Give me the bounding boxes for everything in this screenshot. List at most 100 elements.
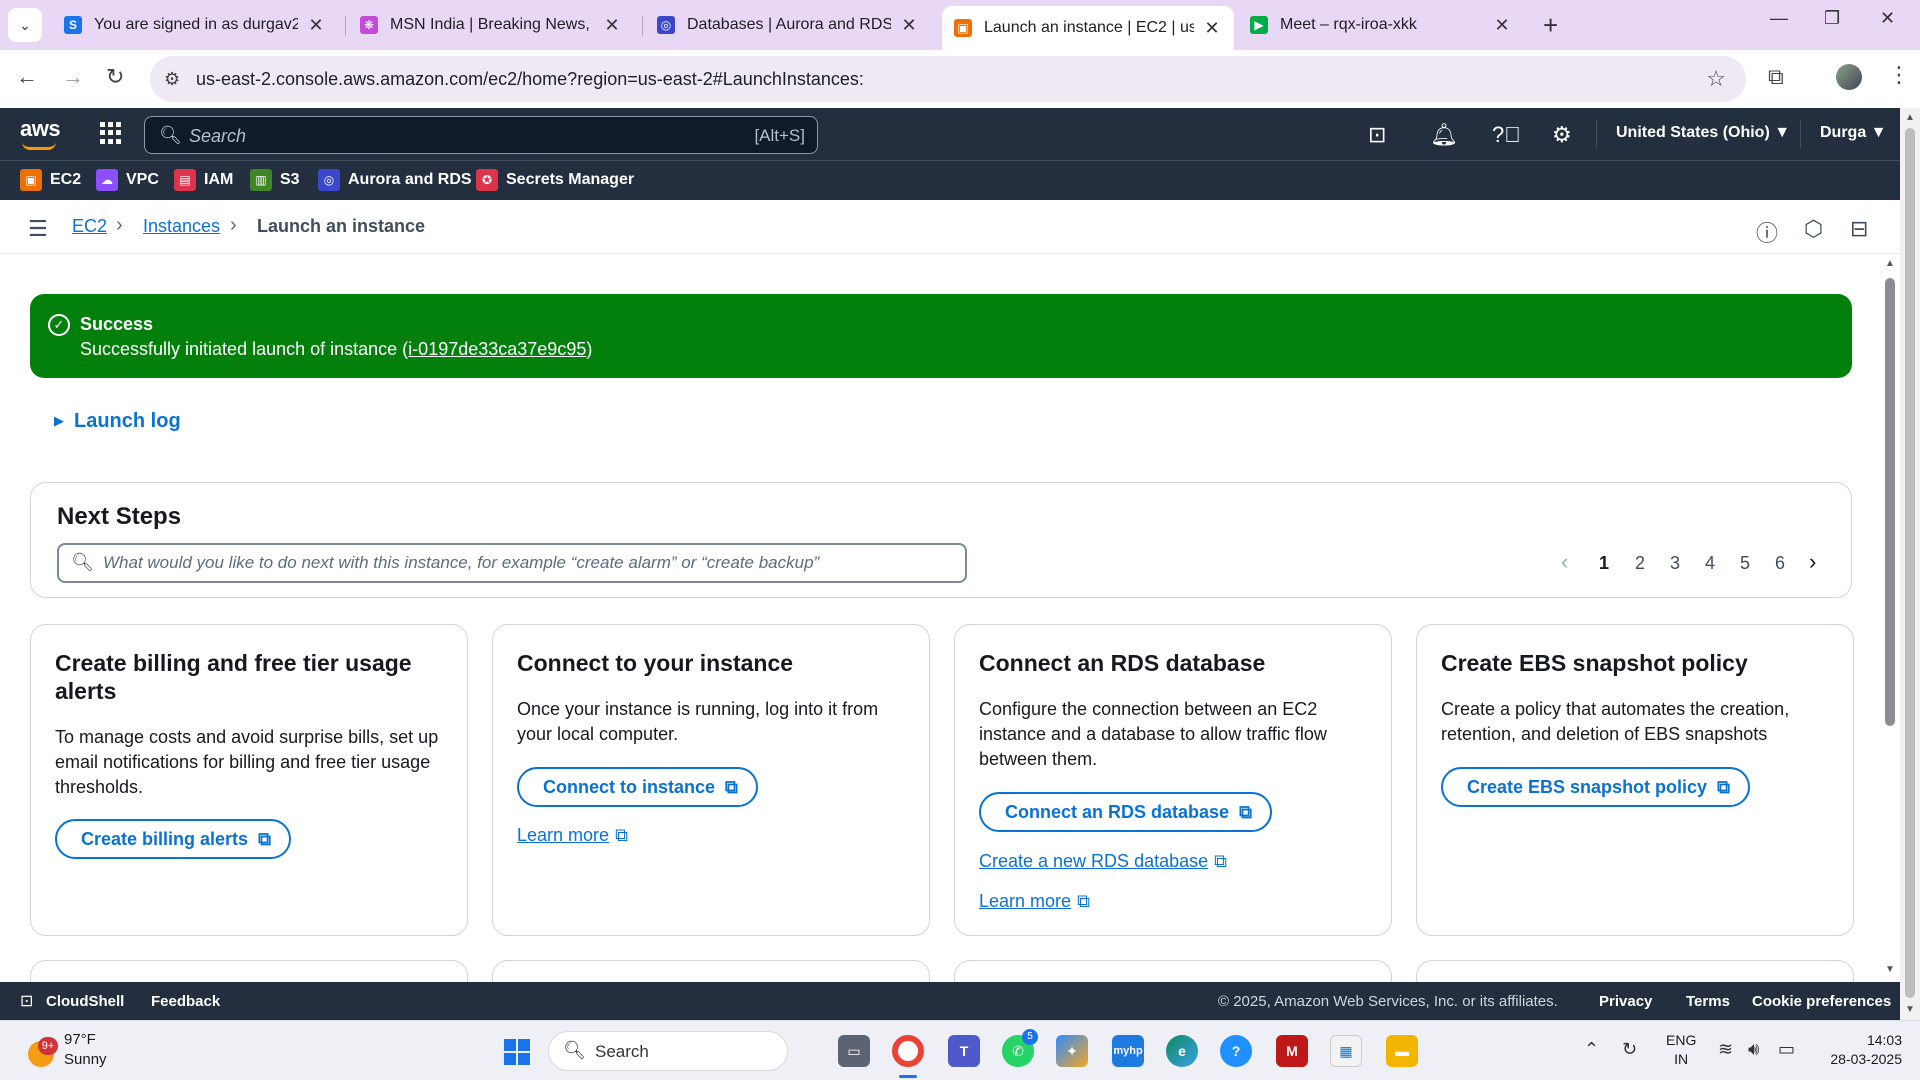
- info-icon[interactable]: ⓘ: [1756, 216, 1778, 248]
- learn-more-link[interactable]: Learn more ⧉: [979, 891, 1090, 912]
- close-tab-icon[interactable]: ✕: [306, 15, 326, 36]
- bookmark-star-icon[interactable]: ☆: [1706, 66, 1726, 92]
- connect-rds-database-button[interactable]: Connect an RDS database ⧉: [979, 792, 1272, 832]
- mcafee-icon[interactable]: M: [1276, 1035, 1308, 1067]
- settings-gear-icon[interactable]: ⚙: [1552, 122, 1572, 148]
- taskbar-search[interactable]: 🔍︎ Search: [548, 1031, 788, 1071]
- page-4[interactable]: 4: [1705, 553, 1715, 574]
- favorite-iam[interactable]: ▤ IAM: [174, 169, 233, 191]
- menu-hamburger-icon[interactable]: ☰: [28, 216, 48, 242]
- volume-icon[interactable]: 🔊︎: [1748, 1039, 1759, 1060]
- browser-tab-strip: ⌄ S You are signed in as durgav22it ✕ ❋ …: [0, 0, 1920, 50]
- close-tab-icon[interactable]: ✕: [1492, 15, 1512, 36]
- profile-avatar[interactable]: [1836, 64, 1862, 90]
- extensions-icon[interactable]: ⧉: [1768, 64, 1784, 90]
- services-grid-icon[interactable]: [100, 122, 122, 144]
- windows-taskbar: 9+ 97°F Sunny 🔍︎ Search ▭ T ✆ 5 ✦ myhp e…: [0, 1020, 1920, 1080]
- file-explorer-icon[interactable]: ▬: [1386, 1035, 1418, 1067]
- task-view-icon[interactable]: ▭: [838, 1035, 870, 1067]
- close-window-icon[interactable]: ✕: [1880, 8, 1895, 29]
- favorite-s3[interactable]: ▥ S3: [250, 169, 300, 191]
- page-6[interactable]: 6: [1775, 553, 1785, 574]
- browser-tab-active[interactable]: ▣ Launch an instance | EC2 | us-ea ✕: [942, 6, 1234, 50]
- notifications-bell-icon[interactable]: 🔔︎: [1430, 122, 1458, 148]
- feedback-button[interactable]: Feedback: [151, 993, 220, 1010]
- notifications-panel-icon[interactable]: ⊟: [1850, 216, 1868, 242]
- teams-icon[interactable]: T: [948, 1035, 980, 1067]
- create-billing-alerts-button[interactable]: Create billing alerts ⧉: [55, 819, 291, 859]
- create-ebs-snapshot-policy-button[interactable]: Create EBS snapshot policy ⧉: [1441, 767, 1750, 807]
- page-5[interactable]: 5: [1740, 553, 1750, 574]
- success-flashbar: ✓ Success Successfully initiated launch …: [30, 294, 1852, 378]
- microsoft-store-icon[interactable]: ▦: [1330, 1035, 1362, 1067]
- tab-search-button[interactable]: ⌄: [8, 8, 42, 42]
- content-scrollbar[interactable]: ▲ ▼: [1880, 256, 1900, 982]
- back-icon[interactable]: ←: [16, 64, 38, 90]
- site-info-icon[interactable]: ⚙: [164, 69, 180, 90]
- system-clock[interactable]: 14:03 28-03-2025: [1818, 1031, 1902, 1069]
- forward-icon[interactable]: →: [62, 64, 84, 90]
- close-tab-icon[interactable]: ✕: [899, 15, 919, 36]
- browser-tab[interactable]: ◎ Databases | Aurora and RDS | us ✕: [645, 7, 931, 43]
- external-link-icon: ⧉: [1239, 801, 1252, 822]
- minimize-icon[interactable]: —: [1770, 8, 1788, 29]
- learn-more-link[interactable]: Learn more ⧉: [517, 825, 628, 846]
- browser-tab[interactable]: S You are signed in as durgav22it ✕: [52, 7, 338, 43]
- launch-log-expander[interactable]: ▶ Launch log: [54, 410, 181, 433]
- copilot-icon[interactable]: ✦: [1056, 1035, 1088, 1067]
- favorite-aurora-rds[interactable]: ◎ Aurora and RDS: [318, 169, 472, 191]
- chevron-up-icon[interactable]: ⌃: [1584, 1039, 1599, 1060]
- privacy-link[interactable]: Privacy: [1599, 993, 1652, 1010]
- favorite-ec2[interactable]: ▣ EC2: [20, 169, 81, 191]
- cloudshell-icon[interactable]: ⊡: [1368, 122, 1386, 148]
- myhp-icon[interactable]: myhp: [1112, 1035, 1144, 1067]
- instance-id-link[interactable]: i-0197de33ca37e9c95: [408, 339, 586, 359]
- close-tab-icon[interactable]: ✕: [602, 15, 622, 36]
- connect-to-instance-button[interactable]: Connect to instance ⧉: [517, 767, 758, 807]
- chrome-icon[interactable]: [892, 1035, 924, 1067]
- create-new-rds-database-link[interactable]: Create a new RDS database ⧉: [979, 851, 1227, 872]
- breadcrumb-ec2[interactable]: EC2: [72, 216, 107, 237]
- battery-icon[interactable]: ▭: [1778, 1039, 1795, 1060]
- restore-icon[interactable]: ❐: [1824, 8, 1840, 29]
- help-icon[interactable]: ?⃝: [1492, 122, 1521, 148]
- next-steps-search-input[interactable]: 🔍︎ What would you like to do next with t…: [57, 543, 967, 583]
- help-tips-icon[interactable]: ?: [1220, 1035, 1252, 1067]
- account-menu[interactable]: Durga ▼: [1820, 124, 1887, 142]
- breadcrumb-instances[interactable]: Instances: [143, 216, 220, 237]
- card-description: Once your instance is running, log into …: [517, 699, 879, 744]
- windows-start-icon[interactable]: [504, 1039, 530, 1065]
- page-3[interactable]: 3: [1670, 553, 1680, 574]
- success-message: Successfully initiated launch of instanc…: [80, 339, 593, 359]
- language-indicator[interactable]: ENG IN: [1666, 1031, 1696, 1069]
- cookie-preferences-link[interactable]: Cookie preferences: [1752, 993, 1891, 1010]
- address-bar[interactable]: ⚙ us-east-2.console.aws.amazon.com/ec2/h…: [150, 56, 1746, 102]
- weather-widget[interactable]: 9+: [24, 1031, 64, 1071]
- weather-badge: 9+: [38, 1037, 58, 1055]
- page-scrollbar[interactable]: ▲ ▼: [1900, 108, 1920, 1020]
- pagination-prev-icon[interactable]: ‹: [1561, 549, 1568, 575]
- aws-logo[interactable]: aws: [20, 116, 61, 142]
- favorite-vpc[interactable]: ☁ VPC: [96, 169, 159, 191]
- region-selector[interactable]: United States (Ohio) ▼: [1616, 124, 1790, 142]
- card-ebs-snapshot-policy: Create EBS snapshot policy Create a poli…: [1416, 624, 1854, 936]
- pagination-next-icon[interactable]: ›: [1809, 549, 1816, 575]
- url-text[interactable]: us-east-2.console.aws.amazon.com/ec2/hom…: [196, 69, 864, 90]
- browser-tab[interactable]: ▶ Meet – rqx-iroa-xkk ✕: [1238, 7, 1524, 43]
- cloudshell-button[interactable]: CloudShell: [46, 993, 124, 1010]
- page-2[interactable]: 2: [1635, 553, 1645, 574]
- new-tab-button[interactable]: +: [1543, 10, 1558, 41]
- page-1[interactable]: 1: [1599, 553, 1609, 574]
- sync-icon[interactable]: ↻: [1622, 1039, 1637, 1060]
- favorite-secrets-manager[interactable]: ✪ Secrets Manager: [476, 169, 634, 191]
- edge-icon[interactable]: e: [1166, 1035, 1198, 1067]
- terms-link[interactable]: Terms: [1686, 993, 1730, 1010]
- close-tab-icon[interactable]: ✕: [1202, 18, 1222, 39]
- external-link-icon: ⧉: [1214, 851, 1227, 871]
- settings-hex-icon[interactable]: ⬡: [1804, 216, 1823, 242]
- browser-menu-icon[interactable]: ⋮: [1888, 62, 1910, 88]
- wifi-icon[interactable]: ≋: [1718, 1039, 1733, 1060]
- reload-icon[interactable]: ↻: [106, 64, 124, 90]
- browser-tab[interactable]: ❋ MSN India | Breaking News, Ent ✕: [348, 7, 634, 43]
- aws-search-input[interactable]: 🔍︎ Search [Alt+S]: [144, 116, 818, 154]
